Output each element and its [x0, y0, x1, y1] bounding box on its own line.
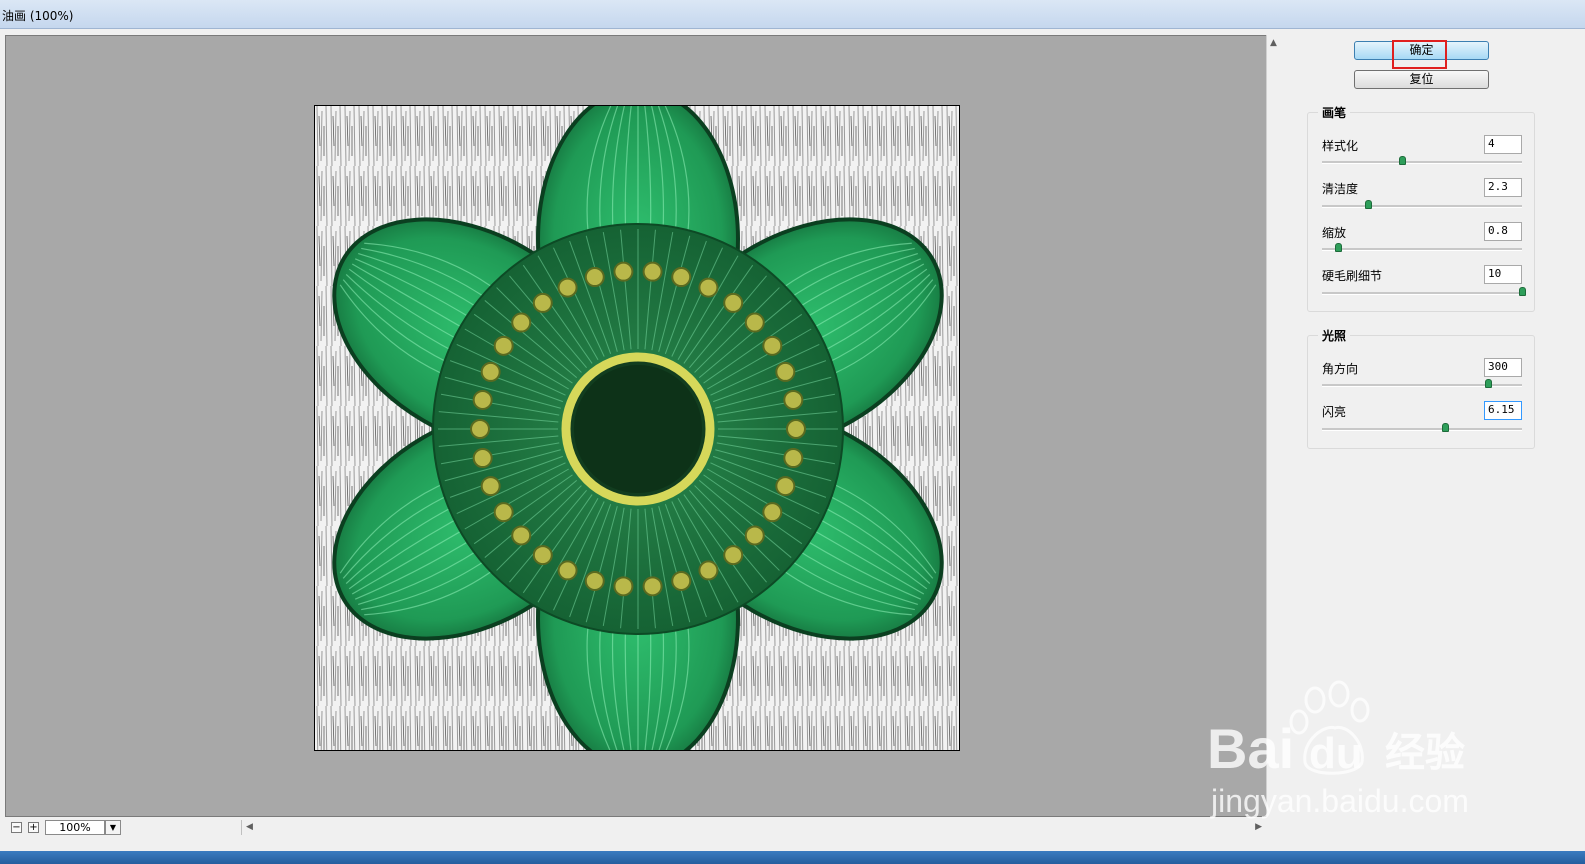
- stylization-slider[interactable]: [1322, 156, 1522, 165]
- bristle-detail-input[interactable]: 10: [1484, 265, 1522, 284]
- zoom-in-button[interactable]: +: [28, 822, 39, 833]
- angle-input[interactable]: 300: [1484, 358, 1522, 377]
- zoom-bar: − + 100% ▼ ◀ ▶: [5, 819, 1268, 837]
- cleanliness-slider[interactable]: [1322, 200, 1522, 209]
- stylization-label: 样式化: [1322, 139, 1359, 153]
- scale-input[interactable]: 0.8: [1484, 222, 1522, 241]
- shine-slider[interactable]: [1322, 423, 1522, 432]
- window-title: 油画 (100%): [2, 9, 74, 23]
- lighting-group-title: 光照: [1318, 327, 1351, 344]
- horizontal-scrollbar[interactable]: ◀ ▶: [241, 820, 1268, 835]
- angle-slider-thumb[interactable]: [1485, 379, 1492, 388]
- zoom-out-button[interactable]: −: [11, 822, 22, 833]
- preview-image: [314, 105, 960, 751]
- cleanliness-slider-thumb[interactable]: [1365, 200, 1372, 209]
- angle-slider[interactable]: [1322, 379, 1522, 388]
- cleanliness-input[interactable]: 2.3: [1484, 178, 1522, 197]
- stylization-slider-thumb[interactable]: [1399, 156, 1406, 165]
- oil-painted-flower-image: [315, 106, 959, 750]
- brush-group: 画笔 样式化 4 清洁度 2.3 缩放 0.8 硬毛刷细节 10: [1307, 104, 1535, 312]
- title-bar: 油画 (100%): [0, 0, 1585, 29]
- shine-label: 闪亮: [1322, 405, 1347, 419]
- ok-button[interactable]: 确定: [1354, 41, 1489, 60]
- bristle-detail-slider-thumb[interactable]: [1519, 287, 1526, 296]
- stylization-input[interactable]: 4: [1484, 135, 1522, 154]
- scale-slider[interactable]: [1322, 243, 1522, 252]
- shine-slider-thumb[interactable]: [1442, 423, 1449, 432]
- angle-label: 角方向: [1322, 362, 1359, 376]
- reset-button[interactable]: 复位: [1354, 70, 1489, 89]
- bristle-detail-slider[interactable]: [1322, 287, 1526, 296]
- taskbar: [0, 851, 1585, 864]
- settings-panel: 确定 复位 画笔 样式化 4 清洁度 2.3 缩放 0.8 硬毛刷细节 10 光…: [1282, 29, 1585, 851]
- chevron-down-icon[interactable]: ▼: [105, 820, 121, 835]
- scroll-right-icon[interactable]: ▶: [1255, 822, 1262, 832]
- vertical-scrollbar[interactable]: ▲: [1266, 35, 1281, 817]
- lighting-group: 光照 角方向 300 闪亮 6.15: [1307, 327, 1535, 449]
- shine-input[interactable]: 6.15: [1484, 401, 1522, 420]
- zoom-level-field[interactable]: 100%: [45, 820, 105, 835]
- brush-group-title: 画笔: [1318, 104, 1351, 121]
- scale-label: 缩放: [1322, 226, 1347, 240]
- cleanliness-label: 清洁度: [1322, 182, 1359, 196]
- scroll-up-icon[interactable]: ▲: [1270, 38, 1277, 48]
- bristle-detail-label: 硬毛刷细节: [1322, 269, 1383, 283]
- scale-slider-thumb[interactable]: [1335, 243, 1342, 252]
- scroll-left-icon[interactable]: ◀: [246, 822, 253, 832]
